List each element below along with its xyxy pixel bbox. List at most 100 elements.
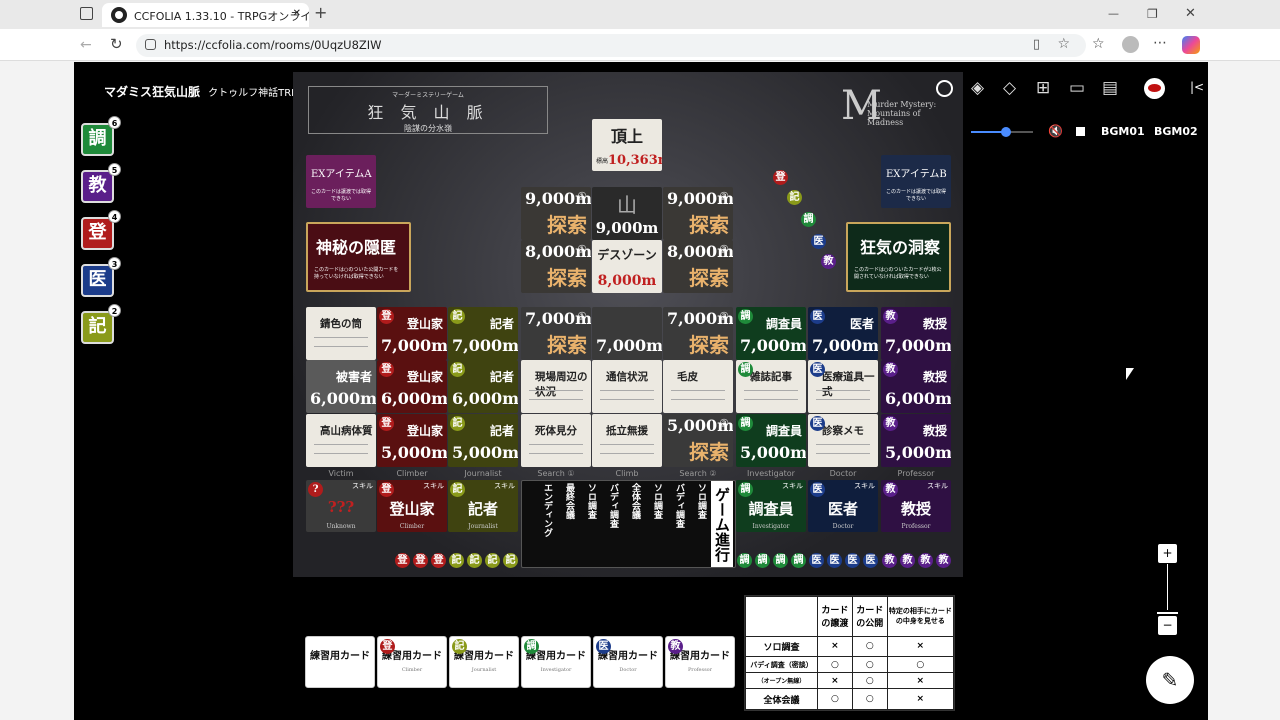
skill-card[interactable]: スキル 調調査員 Investigator <box>736 480 806 532</box>
game-board[interactable]: マーダーミステリーゲーム 狂 気 山 脈 陰謀の分水嶺 M Murder Mys… <box>293 72 963 577</box>
clue-card[interactable]: 錆色の筒 <box>306 307 376 360</box>
user-avatar[interactable] <box>1144 78 1165 99</box>
distance-card[interactable]: 7,000m ② 探索 <box>663 307 733 360</box>
browser-tab[interactable]: CCFOLIA 1.33.10 - TRPGオンラインセ ✕ <box>102 3 309 27</box>
distance-card[interactable]: 7,000m 記者 記 <box>448 307 518 360</box>
token-1[interactable]: 調6 <box>81 116 121 156</box>
practice-card[interactable]: 練習用カード Journalist 記 <box>449 636 519 688</box>
tab-close-icon[interactable]: ✕ <box>293 8 301 19</box>
practice-card[interactable]: 練習用カード Professor 教 <box>665 636 735 688</box>
distance-card[interactable]: 6,000m 教授 教 <box>881 360 951 413</box>
distance-card[interactable]: 9,000m ① 探索 <box>521 187 591 240</box>
practice-card[interactable]: 練習用カード Doctor 医 <box>593 636 663 688</box>
board-token[interactable]: 登 <box>395 553 410 568</box>
edit-fab-button[interactable]: ✎ <box>1146 656 1194 704</box>
distance-card[interactable]: 6,000m 被害者 <box>306 360 376 413</box>
distance-card[interactable]: 5,000m 調査員調 <box>736 414 806 467</box>
token-5[interactable]: 記2 <box>81 304 121 344</box>
maximize-button[interactable]: ❐ <box>1147 7 1158 21</box>
practice-card[interactable]: 練習用カード <box>305 636 375 688</box>
token-4[interactable]: 医3 <box>81 257 121 297</box>
distance-card[interactable]: 7,000m ① 探索 <box>521 307 591 360</box>
clue-card[interactable]: 現場周辺の状況 <box>521 360 591 413</box>
skill-card[interactable]: スキル 記記者 Journalist <box>448 480 518 532</box>
practice-card[interactable]: 練習用カード Climber 登 <box>377 636 447 688</box>
clue-card[interactable]: 死体見分 <box>521 414 591 467</box>
summit-card[interactable]: 頂上 標高 10,363m <box>592 119 662 171</box>
distance-card[interactable]: 8,000m ② 探索 <box>663 240 733 293</box>
zoom-thumb[interactable] <box>1157 612 1178 614</box>
reader-icon[interactable]: ▯ <box>1033 37 1040 52</box>
sidebar-icon[interactable] <box>80 7 93 20</box>
board-token[interactable]: 医 <box>811 234 826 249</box>
bgm02-button[interactable]: BGM02 <box>1154 125 1198 138</box>
zoom-out-button[interactable]: − <box>1158 616 1177 635</box>
distance-card[interactable]: 7,000m 医者 医 <box>808 307 878 360</box>
volume-slider[interactable] <box>971 127 1033 137</box>
clue-card[interactable]: 毛皮 <box>663 360 733 413</box>
room-header[interactable]: マダミス狂気山脈 クトゥルフ神話TRPG ⌄ <box>104 81 325 100</box>
skill-card[interactable]: スキル 医医者 Doctor <box>808 480 878 532</box>
copilot-icon[interactable] <box>1182 36 1200 54</box>
distance-card[interactable]: 6,000m 記者 記 <box>448 360 518 413</box>
board-token[interactable]: 記 <box>485 553 500 568</box>
board-token[interactable]: 教 <box>821 254 836 269</box>
skill-card[interactable]: スキル 教教授 Professor <box>881 480 951 532</box>
stop-icon[interactable] <box>1076 127 1085 136</box>
board-token[interactable]: 記 <box>503 553 518 568</box>
bgm01-button[interactable]: BGM01 <box>1101 125 1145 138</box>
skill-card[interactable]: スキル???? Unknown <box>306 480 376 532</box>
distance-card[interactable]: 7,000m 調査員調 <box>736 307 806 360</box>
ex-item-b-card[interactable]: EXアイテムB このカードは譲渡では取得できない <box>881 155 951 208</box>
distance-card[interactable]: 5,000m 記者 記 <box>448 414 518 467</box>
favorite-star-icon[interactable]: ☆ <box>1057 36 1070 52</box>
add-panel-icon[interactable]: ⊞ <box>1036 78 1050 98</box>
screen-icon[interactable]: ▭ <box>1069 78 1085 98</box>
distance-card[interactable]: 7,000m 登山家登 <box>377 307 447 360</box>
mute-icon[interactable]: 🔇 <box>1048 124 1063 138</box>
character-icon[interactable] <box>936 80 953 97</box>
distance-card[interactable]: 8,000m ① 探索 <box>521 240 591 293</box>
ex-item-a-card[interactable]: EXアイテムA このカードは譲渡では取得できない <box>306 155 376 208</box>
deathzone-card[interactable]: デスゾーン 8,000m <box>592 240 662 293</box>
board-token[interactable]: 記 <box>449 553 464 568</box>
board-token[interactable]: 登 <box>773 170 788 185</box>
distance-card[interactable]: 7,000m <box>592 307 662 360</box>
back-icon[interactable]: ← <box>80 38 92 52</box>
madness-card[interactable]: 狂気の洞察 このカードは○のついたカードが2枚公開されていなければ取得できない <box>846 222 951 292</box>
clue-card[interactable]: 診察メモ医 <box>808 414 878 467</box>
board-token[interactable]: 調 <box>791 553 806 568</box>
layers-icon[interactable]: ◈ <box>971 78 984 98</box>
more-menu-icon[interactable]: ⋯ <box>1153 36 1167 50</box>
clue-card[interactable]: 通信状況 <box>592 360 662 413</box>
reload-icon[interactable]: ↻ <box>110 37 123 52</box>
collapse-panel-icon[interactable]: |< <box>1190 80 1204 94</box>
board-token[interactable]: 医 <box>809 553 824 568</box>
board-token[interactable]: 医 <box>827 553 842 568</box>
board-token[interactable]: 調 <box>773 553 788 568</box>
site-info-icon[interactable] <box>145 39 156 50</box>
board-token[interactable]: 記 <box>467 553 482 568</box>
board-token[interactable]: 教 <box>882 553 897 568</box>
board-token[interactable]: 調 <box>801 212 816 227</box>
board-token[interactable]: 記 <box>787 190 802 205</box>
clue-card[interactable]: 高山病体質 <box>306 414 376 467</box>
board-token[interactable]: 調 <box>755 553 770 568</box>
distance-card[interactable]: 5,000m 登山家登 <box>377 414 447 467</box>
board-token[interactable]: 医 <box>845 553 860 568</box>
distance-card[interactable]: 7,000m 教授 教 <box>881 307 951 360</box>
minimize-button[interactable]: — <box>1108 7 1119 21</box>
distance-card[interactable]: 9,000m ② 探索 <box>663 187 733 240</box>
volume-thumb[interactable] <box>1001 127 1011 137</box>
token-3[interactable]: 登4 <box>81 210 121 250</box>
board-token[interactable]: 医 <box>863 553 878 568</box>
mountain-9000-card[interactable]: 山 9,000m <box>592 187 662 240</box>
board-token[interactable]: 登 <box>431 553 446 568</box>
practice-card[interactable]: 練習用カード Investigator 調 <box>521 636 591 688</box>
board-token[interactable]: 教 <box>900 553 915 568</box>
url-field[interactable]: https://ccfolia.com/rooms/0UqzU8ZIW ▯ ☆ <box>136 34 1086 57</box>
clue-card[interactable]: 抵立無援 <box>592 414 662 467</box>
favorites-icon[interactable]: ☆ <box>1092 37 1105 51</box>
board-token[interactable]: 教 <box>936 553 951 568</box>
clue-card[interactable]: 医療道具一式医 <box>808 360 878 413</box>
